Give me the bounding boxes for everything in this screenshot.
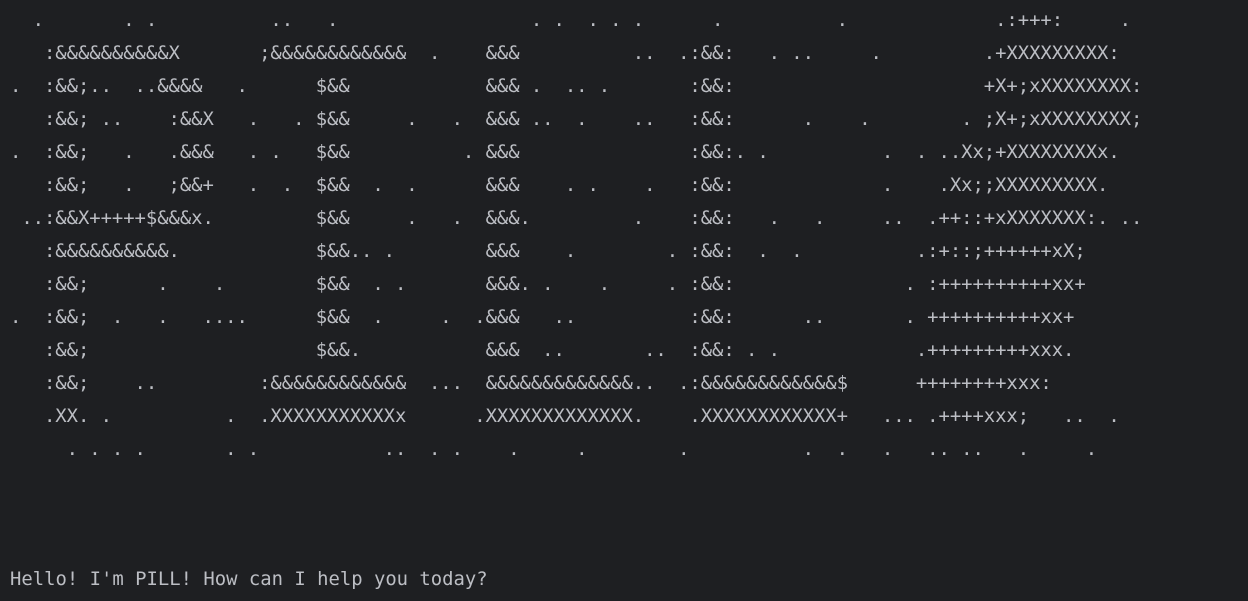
ascii-art-line: :&&&&&&&&&&. $&&.. . &&& . . :&&: . . .:… (10, 240, 1086, 262)
ascii-art-line: :&&; . ;&&+ . . $&& . . &&& . . . :&&: .… (10, 174, 1109, 196)
ascii-art-line: . . . .. . . . . . . . . .:+++: . (10, 9, 1131, 31)
terminal-window[interactable]: . . . .. . . . . . . . . .:+++: . :&&&&&… (0, 0, 1248, 601)
ascii-art-line: :&&; .. :&&&&&&&&&&&& ... &&&&&&&&&&&&&.… (10, 372, 1052, 394)
ascii-art-line: . . . . . . .. . . . . . . . . .. .. . . (10, 438, 1098, 460)
ascii-art-line: . :&&; . . .... $&& . . .&&& .. :&&: .. … (10, 306, 1075, 328)
ascii-art-line: . :&&; . .&&& . . $&& . &&& :&&:. . . . … (10, 141, 1120, 163)
ascii-art-line: :&&; . . $&& . . &&&. . . . :&&: . :++++… (10, 273, 1086, 295)
greeting-message: Hello! I'm PILL! How can I help you toda… (10, 568, 488, 590)
ascii-art-banner: . . . .. . . . . . . . . .:+++: . :&&&&&… (10, 4, 1142, 466)
ascii-art-line: :&&&&&&&&&&X ;&&&&&&&&&&&& . &&& .. .:&&… (10, 42, 1120, 64)
ascii-art-line: ..:&&X+++++$&&&x. $&& . . &&&. . :&&: . … (10, 207, 1143, 229)
ascii-art-line: . :&&;.. ..&&&& . $&& &&& . .. . :&&: +X… (10, 75, 1143, 97)
ascii-art-line: .XX. . . .XXXXXXXXXXXx .XXXXXXXXXXXXX. .… (10, 405, 1120, 427)
ascii-art-line: :&&; $&&. &&& .. .. :&&: . . .+++++++++x… (10, 339, 1075, 361)
ascii-art-line: :&&; .. :&&X . . $&& . . &&& .. . .. :&&… (10, 108, 1143, 130)
